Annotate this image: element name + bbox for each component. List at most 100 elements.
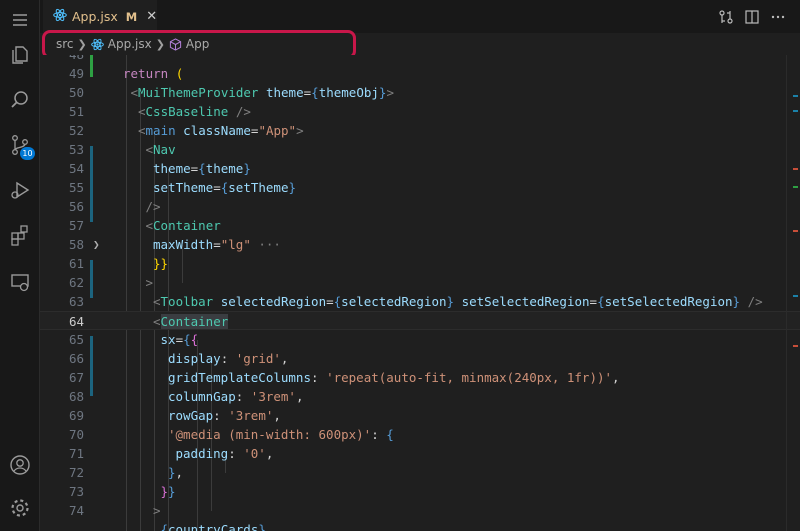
explorer-icon[interactable] xyxy=(0,35,40,75)
code-token: MuiThemeProvider xyxy=(138,85,259,100)
react-icon xyxy=(53,8,67,25)
code-line[interactable]: 64 <Container xyxy=(40,311,800,330)
code-line[interactable]: 70 '@media (min-width: 600px)': { xyxy=(40,425,800,444)
code-token: < xyxy=(153,294,161,309)
code-token: setSelectedRegion xyxy=(461,294,590,309)
code-token: > xyxy=(386,85,394,100)
line-number: 66 xyxy=(68,351,84,366)
code-line[interactable]: {countryCards} xyxy=(40,520,800,531)
line-number: 54 xyxy=(68,161,84,176)
code-line[interactable]: 49 return ( xyxy=(40,64,800,83)
code-text: <Toolbar selectedRegion={selectedRegion}… xyxy=(153,292,763,311)
tab-app-jsx[interactable]: App.jsx M ✕ xyxy=(43,0,157,33)
open-changes-icon[interactable] xyxy=(718,9,734,25)
code-token: < xyxy=(138,123,146,138)
run-debug-icon[interactable] xyxy=(0,170,40,210)
code-token: { xyxy=(311,85,319,100)
code-line[interactable]: 66 display: 'grid', xyxy=(40,349,800,368)
code-line[interactable]: 69 rowGap: '3rem', xyxy=(40,406,800,425)
code-token: maxWidth xyxy=(153,237,214,252)
search-icon[interactable] xyxy=(0,80,40,120)
code-token: : xyxy=(311,370,327,385)
code-line[interactable]: 68 columnGap: '3rem', xyxy=(40,387,800,406)
code-text: }} xyxy=(161,482,176,501)
close-icon[interactable]: ✕ xyxy=(146,9,157,24)
remote-explorer-icon[interactable] xyxy=(0,262,40,302)
code-line[interactable]: 67 gridTemplateColumns: 'repeat(auto-fit,… xyxy=(40,368,800,387)
code-line[interactable]: 71 padding: '0', xyxy=(40,444,800,463)
code-token: return xyxy=(123,66,169,81)
breadcrumb-file[interactable]: App.jsx xyxy=(108,37,152,51)
editor-actions xyxy=(718,0,800,33)
code-token: /> xyxy=(235,104,251,119)
code-token: setSelectedRegion xyxy=(604,294,733,309)
code-text: /> xyxy=(146,197,161,216)
code-token: < xyxy=(145,142,154,157)
code-line[interactable]: 55 setTheme={setTheme} xyxy=(40,178,800,197)
code-token: < xyxy=(153,314,161,329)
code-line[interactable]: 52 <main className="App"> xyxy=(40,121,800,140)
fold-chevron-icon[interactable]: ❯ xyxy=(93,235,100,254)
code-line[interactable]: 74 > xyxy=(40,501,800,520)
code-token: > xyxy=(296,123,304,138)
code-editor[interactable]: 4849return (50<MuiThemeProvider theme={t… xyxy=(40,55,800,531)
split-editor-icon[interactable] xyxy=(744,9,760,25)
more-actions-icon[interactable] xyxy=(770,9,786,25)
code-token: { xyxy=(190,332,199,347)
code-line[interactable]: 53 <Nav xyxy=(40,140,800,159)
code-token: Container xyxy=(153,218,221,233)
code-text: > xyxy=(153,501,161,520)
line-number: 71 xyxy=(68,446,84,461)
code-line[interactable]: 57 <Container xyxy=(40,216,800,235)
code-line[interactable]: 61}} xyxy=(40,254,800,273)
code-text: display: 'grid', xyxy=(168,349,288,368)
code-token: themeObj xyxy=(318,85,379,100)
code-token: { xyxy=(198,161,206,176)
line-number: 52 xyxy=(68,123,84,138)
code-token: = xyxy=(213,237,221,252)
code-line[interactable]: 63 <Toolbar selectedRegion={selectedRegio… xyxy=(40,292,800,311)
code-text: }, xyxy=(168,463,183,482)
code-line[interactable]: 62 > xyxy=(40,273,800,292)
settings-gear-icon[interactable] xyxy=(0,488,40,528)
code-token: theme xyxy=(265,85,304,100)
code-token: < xyxy=(130,85,139,100)
code-line[interactable]: 65 sx={{ xyxy=(40,330,800,349)
code-token: { xyxy=(386,427,394,442)
code-line[interactable]: 72}, xyxy=(40,463,800,482)
code-token: selectedRegion xyxy=(341,294,447,309)
menu-icon[interactable] xyxy=(0,0,40,40)
line-number: 72 xyxy=(68,465,84,480)
code-line[interactable]: 54 theme={theme} xyxy=(40,159,800,178)
extensions-icon[interactable] xyxy=(0,215,40,255)
code-line[interactable]: 48 xyxy=(40,55,800,64)
overview-ruler[interactable] xyxy=(786,55,800,531)
code-line[interactable]: 50 <MuiThemeProvider theme={themeObj}> xyxy=(40,83,800,102)
code-token: > xyxy=(153,503,161,518)
code-token: theme xyxy=(153,161,191,176)
code-line[interactable]: 58 ❯ maxWidth="lg" ··· xyxy=(40,235,800,254)
line-number: 56 xyxy=(68,199,84,214)
code-token: , xyxy=(295,389,304,404)
code-text: <Nav xyxy=(146,140,176,159)
code-line[interactable]: 56 /> xyxy=(40,197,800,216)
overview-marker xyxy=(793,110,798,112)
code-text: {countryCards} xyxy=(161,520,266,531)
code-token: columnGap xyxy=(168,389,236,404)
code-line[interactable]: 51 <CssBaseline /> xyxy=(40,102,800,121)
code-token: 'repeat(auto-fit, minmax(240px, 1fr))' xyxy=(326,370,613,385)
code-token: : xyxy=(235,389,251,404)
overview-marker xyxy=(793,95,798,97)
code-token: } xyxy=(160,484,169,499)
code-token: ( xyxy=(175,66,184,81)
breadcrumb-folder[interactable]: src xyxy=(56,37,74,51)
source-control-icon[interactable]: 10 xyxy=(0,125,40,165)
code-text: theme={theme} xyxy=(153,159,251,178)
symbol-component-icon xyxy=(169,37,182,51)
breadcrumb-symbol[interactable]: App xyxy=(186,37,209,51)
account-icon[interactable] xyxy=(0,445,40,485)
code-line[interactable]: 73}} xyxy=(40,482,800,501)
